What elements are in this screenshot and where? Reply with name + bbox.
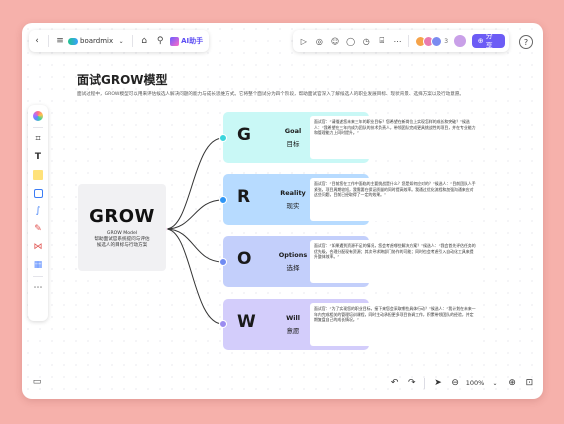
branch-letter: O xyxy=(237,249,252,269)
connector-will xyxy=(165,228,224,325)
branch-goal[interactable]: G Goal 目标 面试官：“请描述您未来三年的职业目标？您希望在新岗位上实现怎… xyxy=(223,112,480,163)
branch-letter: W xyxy=(237,312,256,332)
app-window: ‹ ≡ boardmix ⌄ ⌂ ⚲ AI助手 ▷ ◎ ☺ ◯ ◷ ⌸ ⋯ 3 xyxy=(22,23,543,399)
connector-options xyxy=(165,228,224,263)
branch-will[interactable]: W Will 意愿 面试官：“为了实现您的职业目标，接下来您会采取哪些具体行动？… xyxy=(223,299,480,350)
central-topic-title: GROW xyxy=(89,206,155,227)
branch-connector-dot xyxy=(219,258,227,266)
branch-note: 面试官：“如果遇到资源不足的情况，您会考虑哪些解决方案？”候选人：“我会首先评估… xyxy=(310,240,480,283)
branch-options[interactable]: O Options 选择 面试官：“如果遇到资源不足的情况，您会考虑哪些解决方案… xyxy=(223,236,480,287)
subtitle-line: 候选人的目标与行动方案 xyxy=(96,243,148,249)
branch-note: 面试官：“目前您在工作中面临的主要挑战是什么？您是如何应对的？”候选人：“目前团… xyxy=(310,178,480,221)
branch-reality[interactable]: R Reality 现实 面试官：“目前您在工作中面临的主要挑战是什么？您是如何… xyxy=(223,174,480,225)
branch-connector-dot xyxy=(219,320,227,328)
central-topic-subtitle: GROW Model 帮助面试官系统提问与评估 候选人的目标与行动方案 xyxy=(78,231,166,250)
branch-connector-dot xyxy=(219,134,227,142)
branch-note: 面试官：“请描述您未来三年的职业目标？您希望在新岗位上实现怎样的成长和突破？”候… xyxy=(310,116,480,159)
branch-connector-dot xyxy=(219,196,227,204)
connector-goal xyxy=(165,137,224,230)
branch-letter: R xyxy=(237,187,251,207)
branch-note: 面试官：“为了实现您的职业目标，接下来您会采取哪些具体行动？”候选人：“我计划在… xyxy=(310,303,480,346)
branch-letter: G xyxy=(237,125,251,145)
central-topic[interactable]: GROW GROW Model 帮助面试官系统提问与评估 候选人的目标与行动方案 xyxy=(78,184,166,271)
